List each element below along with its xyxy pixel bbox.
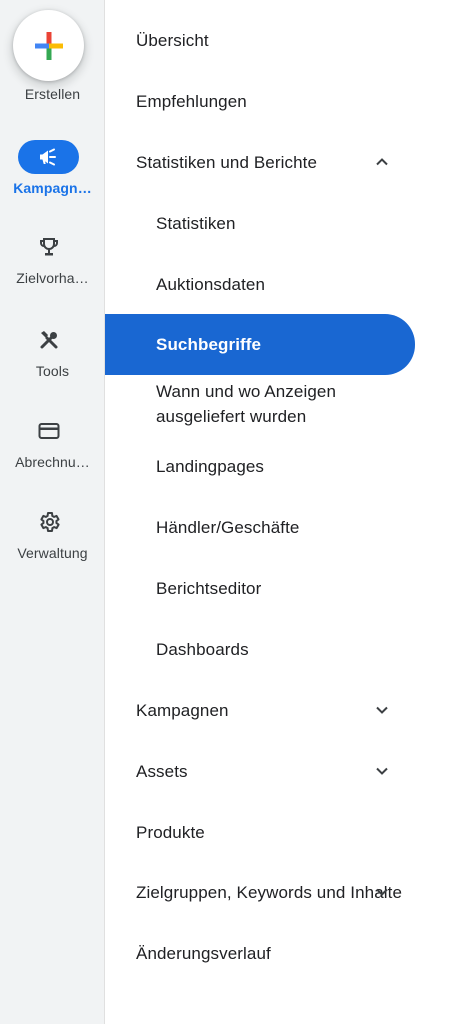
menu-item-insights-reports[interactable]: Statistiken und Berichte <box>105 142 415 182</box>
plus-icon <box>34 31 63 60</box>
menu-item-change-history[interactable]: Änderungsverlauf <box>105 933 415 973</box>
rail-item-admin[interactable]: Verwaltung <box>0 505 105 567</box>
rail-item-label: Abrechnu… <box>15 454 90 470</box>
menu-item-label: Berichtseditor <box>156 578 262 598</box>
menu-item-label: Suchbegriffe <box>156 335 262 354</box>
chevron-down-icon[interactable] <box>373 701 391 719</box>
menu-item-campaigns[interactable]: Kampagnen <box>105 690 415 730</box>
menu-item-products[interactable]: Produkte <box>105 812 415 852</box>
menu-item-assets[interactable]: Assets <box>105 751 415 791</box>
menu-item-search-terms[interactable]: Suchbegriffe <box>105 314 415 375</box>
gear-icon <box>39 512 60 532</box>
navigation-rail: Erstellen Kampagn… Zielvorha… Tools Abre… <box>0 0 105 1024</box>
rail-item-label: Zielvorha… <box>16 270 89 286</box>
rail-item-label: Tools <box>35 363 70 379</box>
chevron-down-icon[interactable] <box>373 762 391 780</box>
menu-item-label: Auktionsdaten <box>156 274 266 294</box>
credit-card-icon <box>38 423 59 439</box>
menu-item-label: Änderungsverlauf <box>136 943 271 963</box>
menu-item-recommendations[interactable]: Empfehlungen <box>105 81 415 121</box>
menu-item-landing-pages[interactable]: Landingpages <box>105 446 415 486</box>
menu-item-when-where-ads-showed[interactable]: Wann und wo Anzeigen ausgeliefert wurden <box>105 378 415 430</box>
menu-item-label: Übersicht <box>136 30 209 50</box>
chevron-down-icon[interactable] <box>373 883 391 901</box>
menu-item-label: Händler/Geschäfte <box>156 517 300 537</box>
menu-item-merchants-stores[interactable]: Händler/Geschäfte <box>105 507 415 547</box>
rail-icon-campaigns <box>18 140 79 174</box>
campaigns-menu: Übersicht Empfehlungen Statistiken und B… <box>105 0 457 1024</box>
menu-item-statistics[interactable]: Statistiken <box>105 203 415 243</box>
rail-item-billing[interactable]: Abrechnu… <box>0 414 105 476</box>
menu-item-label: Statistiken <box>156 213 236 233</box>
chevron-up-icon[interactable] <box>373 153 391 171</box>
menu-item-auction-insights[interactable]: Auktionsdaten <box>105 264 415 304</box>
rail-item-goals[interactable]: Zielvorha… <box>0 230 105 292</box>
trophy-icon <box>39 238 58 256</box>
rail-item-label: Verwaltung <box>17 545 88 561</box>
menu-item-audiences-keywords-content[interactable]: Zielgruppen, Keywords und Inhalte <box>105 866 415 918</box>
rail-icon-admin <box>18 505 79 539</box>
menu-item-label: Wann und wo Anzeigen ausgeliefert wurden <box>156 382 336 426</box>
rail-item-label: Kampagn… <box>13 180 92 196</box>
rail-item-campaigns[interactable]: Kampagn… <box>0 140 105 202</box>
rail-icon-tools <box>18 323 79 357</box>
menu-item-report-editor[interactable]: Berichtseditor <box>105 568 415 608</box>
megaphone-icon <box>39 148 56 166</box>
rail-icon-billing <box>18 414 79 448</box>
menu-item-label: Landingpages <box>156 456 265 476</box>
menu-item-dashboards[interactable]: Dashboards <box>105 629 415 669</box>
menu-item-label: Empfehlungen <box>136 91 247 111</box>
rail-item-tools[interactable]: Tools <box>0 323 105 385</box>
create-button[interactable] <box>13 10 84 81</box>
menu-item-label: Produkte <box>136 822 205 842</box>
menu-item-label: Dashboards <box>156 639 249 659</box>
rail-icon-goals <box>18 230 79 264</box>
create-label: Erstellen <box>24 86 81 102</box>
menu-item-overview[interactable]: Übersicht <box>105 20 415 60</box>
tools-icon <box>40 331 57 349</box>
